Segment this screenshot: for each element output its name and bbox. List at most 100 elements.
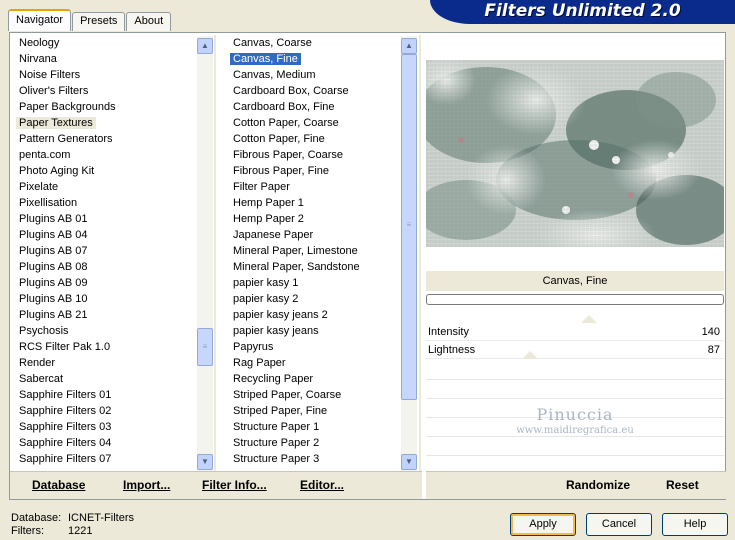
list-item[interactable]: Plugins AB 04 (12, 227, 198, 243)
list-item[interactable]: Sapphire Filters 02 (12, 403, 198, 419)
list-item-label: Structure Paper 3 (233, 453, 320, 465)
list-item[interactable]: Plugins AB 01 (12, 211, 198, 227)
list-item[interactable]: Striped Paper, Coarse (226, 387, 402, 403)
apply-button[interactable]: Apply (510, 513, 576, 536)
list-item[interactable]: Cotton Paper, Coarse (226, 115, 402, 131)
list-item[interactable]: Psychosis (12, 323, 198, 339)
tab-navigator[interactable]: Navigator (8, 9, 72, 31)
scroll-up-icon[interactable]: ▲ (401, 38, 417, 54)
reset-button[interactable]: Reset (666, 478, 699, 492)
list-item[interactable]: Hemp Paper 2 (226, 211, 402, 227)
scroll-down-icon[interactable]: ▼ (197, 454, 213, 470)
navigator-panel: Neology Nirvana Noise Filters Oliver's Filt… (9, 32, 726, 500)
list-item[interactable]: Pixelate (12, 179, 198, 195)
list-item-label: Mineral Paper, Limestone (233, 245, 358, 257)
list-item-label: Plugins AB 08 (19, 261, 88, 273)
scroll-down-icon[interactable]: ▼ (401, 454, 417, 470)
list-item[interactable]: Cardboard Box, Fine (226, 99, 402, 115)
list-item-label: Structure Paper 2 (233, 437, 320, 449)
filter-info-button[interactable]: Filter Info... (202, 478, 267, 492)
list-item[interactable]: Cardboard Box, Coarse (226, 83, 402, 99)
category-list[interactable]: Neology Nirvana Noise Filters Oliver's Filt… (12, 35, 198, 471)
list-item-label: Sapphire Filters 01 (19, 389, 112, 401)
list-item[interactable]: Recycling Paper (226, 371, 402, 387)
randomize-button[interactable]: Randomize (566, 478, 630, 492)
param-intensity[interactable]: Intensity 140 (426, 315, 724, 341)
list-item[interactable]: Canvas, Coarse (226, 35, 402, 51)
list-item[interactable]: Papyrus (226, 339, 402, 355)
list-item[interactable]: Oliver's Filters (12, 83, 198, 99)
list-item[interactable]: papier kasy 1 (226, 275, 402, 291)
database-button[interactable]: Database (32, 478, 85, 492)
list-item[interactable]: Sapphire Filters 04 (12, 435, 198, 451)
list-item-label: Sapphire Filters 07 (19, 453, 112, 465)
cancel-button[interactable]: Cancel (586, 513, 652, 536)
list-item[interactable]: Neology (12, 35, 198, 51)
filter-scrollbar[interactable]: ▲ ≡ ▼ (401, 36, 417, 472)
import-button[interactable]: Import... (123, 478, 170, 492)
scroll-up-icon[interactable]: ▲ (197, 38, 213, 54)
list-item[interactable]: Paper Backgrounds (12, 99, 198, 115)
list-item[interactable]: papier kasy jeans (226, 323, 402, 339)
list-item[interactable]: Plugins AB 09 (12, 275, 198, 291)
list-item[interactable]: Pixellisation (12, 195, 198, 211)
list-item[interactable]: Paper Textures (12, 115, 198, 131)
preview-texture (426, 60, 724, 247)
help-button[interactable]: Help (662, 513, 728, 536)
list-item[interactable]: Nirvana (12, 51, 198, 67)
scroll-thumb[interactable]: ≡ (401, 54, 417, 400)
list-item-label: Photo Aging Kit (19, 165, 95, 177)
list-item[interactable]: Sapphire Filters 01 (12, 387, 198, 403)
list-item[interactable]: Canvas, Medium (226, 67, 402, 83)
list-item[interactable]: Canvas, Fine (226, 51, 402, 67)
list-item-label: Oliver's Filters (19, 85, 89, 97)
list-item[interactable]: Fibrous Paper, Fine (226, 163, 402, 179)
scroll-thumb[interactable]: ≡ (197, 328, 213, 366)
list-item[interactable]: Photo Aging Kit (12, 163, 198, 179)
list-item-label: papier kasy 1 (233, 277, 299, 289)
list-item[interactable]: Fibrous Paper, Coarse (226, 147, 402, 163)
list-item[interactable]: Structure Paper 2 (226, 435, 402, 451)
preview-toolbar: Randomize Reset (426, 471, 726, 499)
list-item[interactable]: papier kasy 2 (226, 291, 402, 307)
list-item[interactable]: Structure Paper 3 (226, 451, 402, 467)
list-item[interactable]: Plugins AB 10 (12, 291, 198, 307)
status-database-label: Database: (11, 512, 62, 524)
list-item[interactable]: Cotton Paper, Fine (226, 131, 402, 147)
list-item[interactable]: Render (12, 355, 198, 371)
status-filters-value: 1221 (68, 525, 93, 537)
slider-marker-icon[interactable] (522, 351, 538, 359)
slider-marker-icon[interactable] (581, 315, 597, 323)
column-divider (419, 35, 421, 473)
list-item[interactable]: Japanese Paper (226, 227, 402, 243)
list-item[interactable]: Noise Filters (12, 67, 198, 83)
list-item[interactable]: Pattern Generators (12, 131, 198, 147)
list-item[interactable]: Filter Paper (226, 179, 402, 195)
tab-presets[interactable]: Presets (72, 12, 126, 31)
list-item-label: Hemp Paper 1 (233, 197, 304, 209)
editor-button[interactable]: Editor... (300, 478, 344, 492)
list-item[interactable]: Plugins AB 21 (12, 307, 198, 323)
list-item[interactable]: Sapphire Filters 07 (12, 451, 198, 467)
param-lightness[interactable]: Lightness 87 (426, 341, 724, 359)
list-item[interactable]: Striped Paper, Fine (226, 403, 402, 419)
list-item[interactable]: Plugins AB 08 (12, 259, 198, 275)
list-item[interactable]: Sabercat (12, 371, 198, 387)
app-title-banner: Filters Unlimited 2.0 (430, 0, 735, 24)
list-item[interactable]: Rag Paper (226, 355, 402, 371)
list-item-label: Sapphire Filters 04 (19, 437, 112, 449)
list-item-label: Plugins AB 09 (19, 277, 88, 289)
list-item[interactable]: Hemp Paper 1 (226, 195, 402, 211)
tab-about[interactable]: About (126, 12, 172, 31)
list-item[interactable]: Sapphire Filters 03 (12, 419, 198, 435)
list-item[interactable]: Structure Paper 1 (226, 419, 402, 435)
list-item[interactable]: papier kasy jeans 2 (226, 307, 402, 323)
status-database-value: ICNET-Filters (68, 512, 134, 524)
list-item[interactable]: Plugins AB 07 (12, 243, 198, 259)
list-item[interactable]: penta.com (12, 147, 198, 163)
category-scrollbar[interactable]: ▲ ≡ ▼ (197, 36, 213, 472)
list-item[interactable]: Mineral Paper, Sandstone (226, 259, 402, 275)
filter-list[interactable]: Canvas, Coarse Canvas, Fine Canvas, Medium… (226, 35, 402, 471)
list-item[interactable]: RCS Filter Pak 1.0 (12, 339, 198, 355)
list-item[interactable]: Mineral Paper, Limestone (226, 243, 402, 259)
